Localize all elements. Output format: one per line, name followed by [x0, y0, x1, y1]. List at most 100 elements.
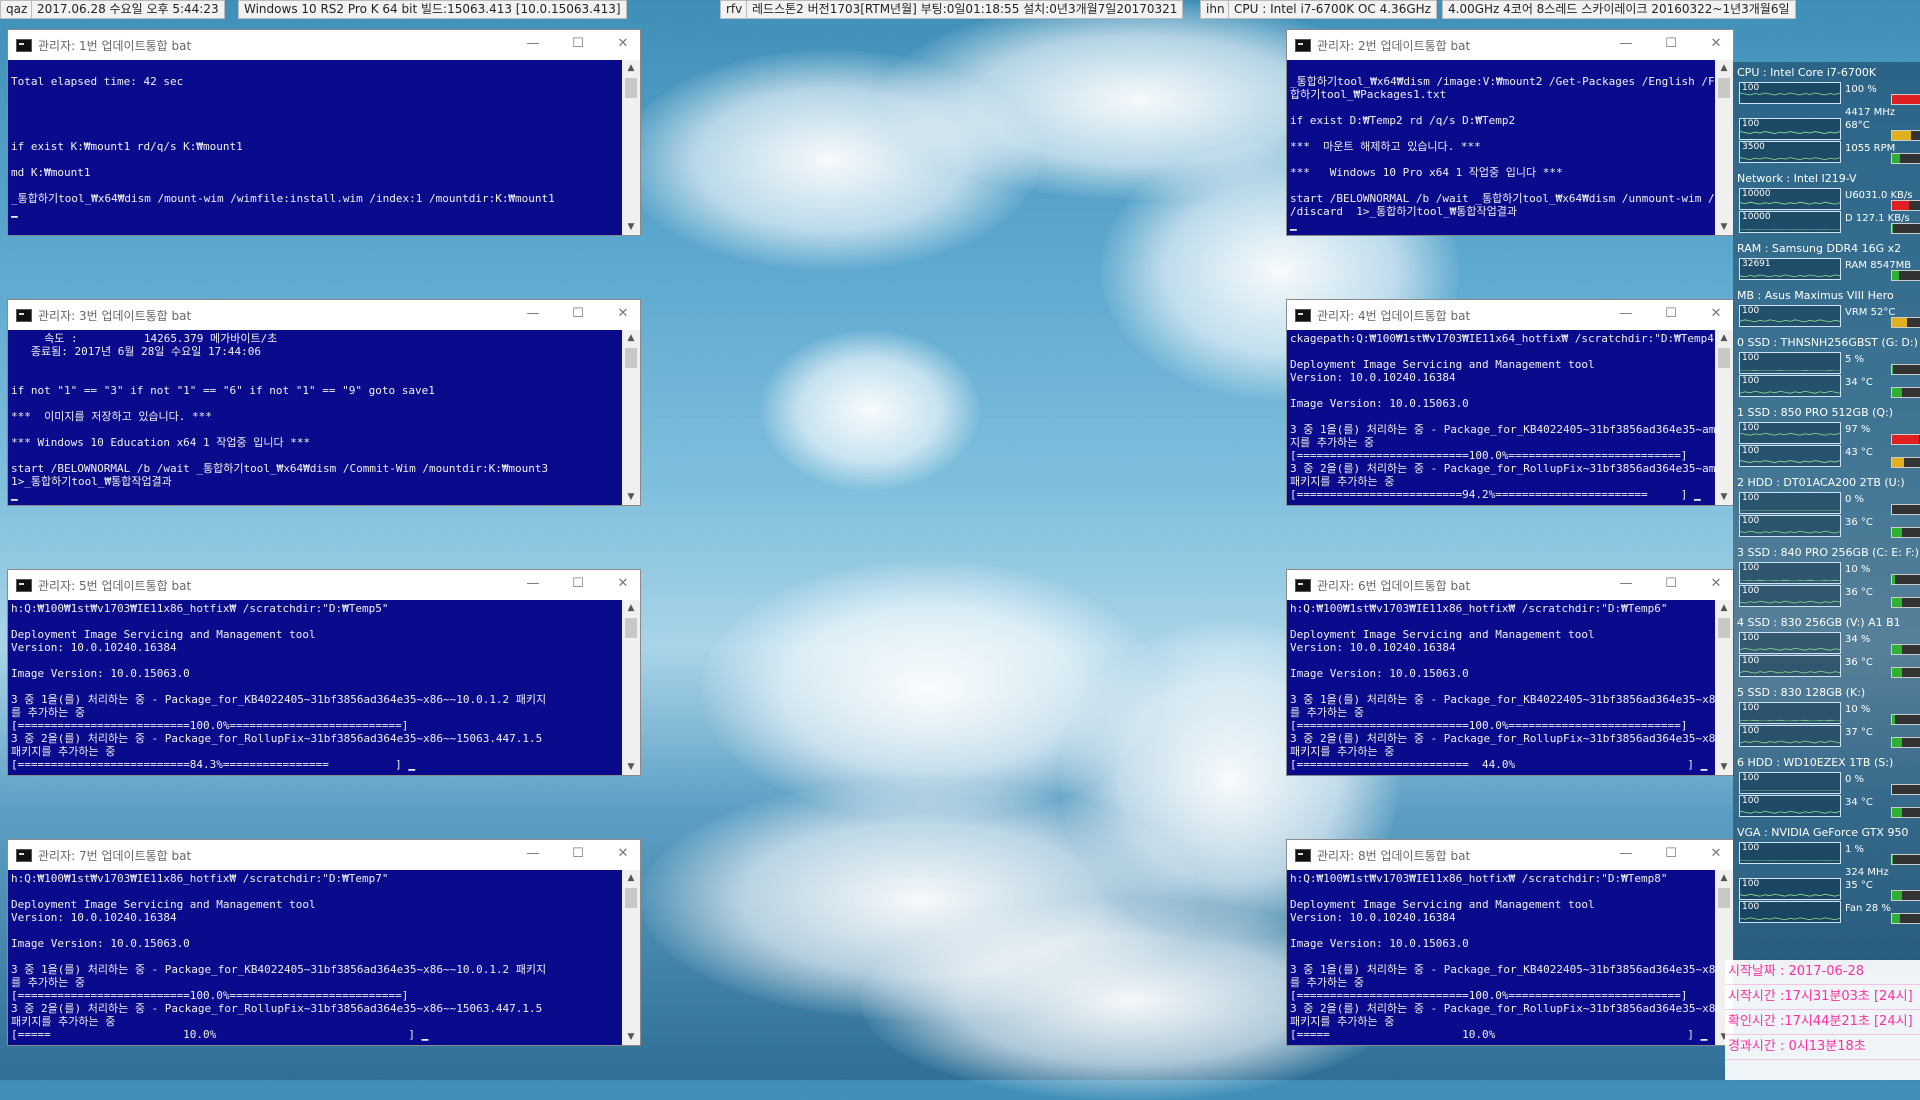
scroll-thumb[interactable]: [1718, 888, 1730, 908]
console-line: start /BELOWNORMAL /b /wait _통합하기tool_₩x…: [1290, 192, 1712, 205]
close-button[interactable]: ✕: [1704, 34, 1728, 54]
close-button[interactable]: ✕: [611, 34, 635, 54]
scroll-down-icon[interactable]: ▼: [1715, 489, 1733, 505]
console-output[interactable]: 속도 : 14265.379 메가바이트/초 종료됨: 2017년 6월 28일…: [8, 330, 622, 505]
window-titlebar[interactable]: 관리자: 1번 업데이트통합 bat—☐✕: [8, 30, 640, 60]
console-window-5[interactable]: 관리자: 5번 업데이트통합 bat—☐✕h:Q:₩100₩1st₩v1703₩…: [8, 570, 640, 775]
vertical-scrollbar[interactable]: ▲▼: [622, 870, 640, 1045]
scroll-up-icon[interactable]: ▲: [1715, 330, 1733, 346]
scroll-down-icon[interactable]: ▼: [622, 1029, 640, 1045]
scroll-up-icon[interactable]: ▲: [622, 330, 640, 346]
window-titlebar[interactable]: 관리자: 8번 업데이트통합 bat—☐✕: [1287, 840, 1733, 870]
scroll-down-icon[interactable]: ▼: [622, 489, 640, 505]
vertical-scrollbar[interactable]: ▲▼: [1715, 600, 1733, 775]
scroll-thumb[interactable]: [1718, 618, 1730, 638]
status-cpu-details: 4.00GHz 4코어 8스레드 스카이레이크 20160322~1년3개월6일: [1442, 0, 1796, 19]
console-output[interactable]: _통합하기tool_₩x64₩dism /image:V:₩mount2 /Ge…: [1287, 60, 1715, 235]
vertical-scrollbar[interactable]: ▲▼: [622, 60, 640, 235]
scroll-thumb[interactable]: [625, 78, 637, 98]
window-titlebar[interactable]: 관리자: 7번 업데이트통합 bat—☐✕: [8, 840, 640, 870]
minimize-button[interactable]: —: [521, 304, 545, 324]
window-titlebar[interactable]: 관리자: 5번 업데이트통합 bat—☐✕: [8, 570, 640, 600]
minimize-button[interactable]: —: [1614, 844, 1638, 864]
console-output[interactable]: ckagepath:Q:₩100₩1st₩v1703₩IE11x64_hotfi…: [1287, 330, 1715, 505]
console-line: 3 중 2을(를) 처리하는 중 - Package_for_RollupFix…: [1290, 1002, 1712, 1015]
console-window-8[interactable]: 관리자: 8번 업데이트통합 bat—☐✕h:Q:₩100₩1st₩v1703₩…: [1287, 840, 1733, 1045]
scroll-up-icon[interactable]: ▲: [622, 600, 640, 616]
scroll-thumb[interactable]: [1718, 78, 1730, 98]
usage-graph: 32691: [1739, 258, 1841, 280]
console-window-1[interactable]: 관리자: 1번 업데이트통합 bat—☐✕Total elapsed time:…: [8, 30, 640, 235]
close-button[interactable]: ✕: [1704, 304, 1728, 324]
minimize-button[interactable]: —: [521, 34, 545, 54]
console-window-3[interactable]: 관리자: 3번 업데이트통합 bat—☐✕ 속도 : 14265.379 메가바…: [8, 300, 640, 505]
close-button[interactable]: ✕: [611, 574, 635, 594]
scroll-down-icon[interactable]: ▼: [1715, 219, 1733, 235]
usage-graph: 100: [1739, 352, 1841, 374]
console-line: [==========================100.0%=======…: [1290, 449, 1712, 462]
console-output[interactable]: h:Q:₩100₩1st₩v1703₩IE11x86_hotfix₩ /scra…: [8, 870, 622, 1045]
monitor-section: Network : Intel I219-V10000U6031.0 KB/s1…: [1737, 172, 1917, 185]
level-bar: [1891, 130, 1920, 141]
scroll-down-icon[interactable]: ▼: [1715, 759, 1733, 775]
monitor-section-title: 5 SSD : 830 128GB (K:): [1737, 686, 1917, 699]
scroll-thumb[interactable]: [625, 618, 637, 638]
scroll-thumb[interactable]: [625, 348, 637, 368]
vertical-scrollbar[interactable]: ▲▼: [1715, 60, 1733, 235]
monitor-section-title: 1 SSD : 850 PRO 512GB (Q:): [1737, 406, 1917, 419]
scroll-up-icon[interactable]: ▲: [622, 870, 640, 886]
minimize-button[interactable]: —: [1614, 34, 1638, 54]
console-window-2[interactable]: 관리자: 2번 업데이트통합 bat—☐✕_통합하기tool_₩x64₩dism…: [1287, 30, 1733, 235]
console-window-4[interactable]: 관리자: 4번 업데이트통합 bat—☐✕ckagepath:Q:₩100₩1s…: [1287, 300, 1733, 505]
level-bar-fill: [1892, 668, 1902, 677]
console-output[interactable]: h:Q:₩100₩1st₩v1703₩IE11x86_hotfix₩ /scra…: [1287, 870, 1715, 1045]
scroll-down-icon[interactable]: ▼: [622, 219, 640, 235]
scroll-thumb[interactable]: [1718, 348, 1730, 368]
level-bar-fill: [1892, 388, 1902, 397]
minimize-button[interactable]: —: [1614, 574, 1638, 594]
scroll-up-icon[interactable]: ▲: [1715, 600, 1733, 616]
window-titlebar[interactable]: 관리자: 2번 업데이트통합 bat—☐✕: [1287, 30, 1733, 60]
minimize-button[interactable]: —: [521, 574, 545, 594]
console-output[interactable]: h:Q:₩100₩1st₩v1703₩IE11x86_hotfix₩ /scra…: [8, 600, 622, 775]
graph-line: [1740, 781, 1840, 791]
console-window-6[interactable]: 관리자: 6번 업데이트통합 bat—☐✕h:Q:₩100₩1st₩v1703₩…: [1287, 570, 1733, 775]
minimize-button[interactable]: —: [521, 844, 545, 864]
close-button[interactable]: ✕: [611, 304, 635, 324]
maximize-button[interactable]: ☐: [566, 304, 590, 324]
console-output[interactable]: h:Q:₩100₩1st₩v1703₩IE11x86_hotfix₩ /scra…: [1287, 600, 1715, 775]
vertical-scrollbar[interactable]: ▲▼: [622, 330, 640, 505]
maximize-button[interactable]: ☐: [566, 574, 590, 594]
close-button[interactable]: ✕: [611, 844, 635, 864]
scroll-up-icon[interactable]: ▲: [622, 60, 640, 76]
vertical-scrollbar[interactable]: ▲▼: [622, 600, 640, 775]
monitor-section: 3 SSD : 840 PRO 256GB (C: E: F:)10010 %1…: [1737, 546, 1917, 559]
level-bar: [1891, 714, 1920, 725]
scroll-up-icon[interactable]: ▲: [1715, 870, 1733, 886]
window-titlebar[interactable]: 관리자: 3번 업데이트통합 bat—☐✕: [8, 300, 640, 330]
console-output[interactable]: Total elapsed time: 42 secif exist K:₩mo…: [8, 60, 622, 235]
console-line: [1290, 62, 1712, 75]
maximize-button[interactable]: ☐: [1659, 844, 1683, 864]
maximize-button[interactable]: ☐: [1659, 574, 1683, 594]
window-titlebar[interactable]: 관리자: 6번 업데이트통합 bat—☐✕: [1287, 570, 1733, 600]
console-window-7[interactable]: 관리자: 7번 업데이트통합 bat—☐✕h:Q:₩100₩1st₩v1703₩…: [8, 840, 640, 1045]
monitor-value: 4417 MHz: [1845, 107, 1895, 118]
scroll-up-icon[interactable]: ▲: [1715, 60, 1733, 76]
vertical-scrollbar[interactable]: ▲▼: [1715, 330, 1733, 505]
console-line: [========================== 44.0% ] ▁: [1290, 758, 1712, 771]
maximize-button[interactable]: ☐: [1659, 34, 1683, 54]
console-line: [11, 924, 619, 937]
scroll-down-icon[interactable]: ▼: [622, 759, 640, 775]
maximize-button[interactable]: ☐: [566, 34, 590, 54]
window-titlebar[interactable]: 관리자: 4번 업데이트통합 bat—☐✕: [1287, 300, 1733, 330]
scroll-thumb[interactable]: [625, 888, 637, 908]
level-bar-fill: [1892, 131, 1911, 140]
minimize-button[interactable]: —: [1614, 304, 1638, 324]
maximize-button[interactable]: ☐: [566, 844, 590, 864]
console-line: 3 중 1을(를) 처리하는 중 - Package_for_KB4022405…: [11, 693, 619, 706]
close-button[interactable]: ✕: [1704, 574, 1728, 594]
maximize-button[interactable]: ☐: [1659, 304, 1683, 324]
monitor-section: RAM : Samsung DDR4 16G x232691RAM 8547MB: [1737, 242, 1917, 255]
close-button[interactable]: ✕: [1704, 844, 1728, 864]
